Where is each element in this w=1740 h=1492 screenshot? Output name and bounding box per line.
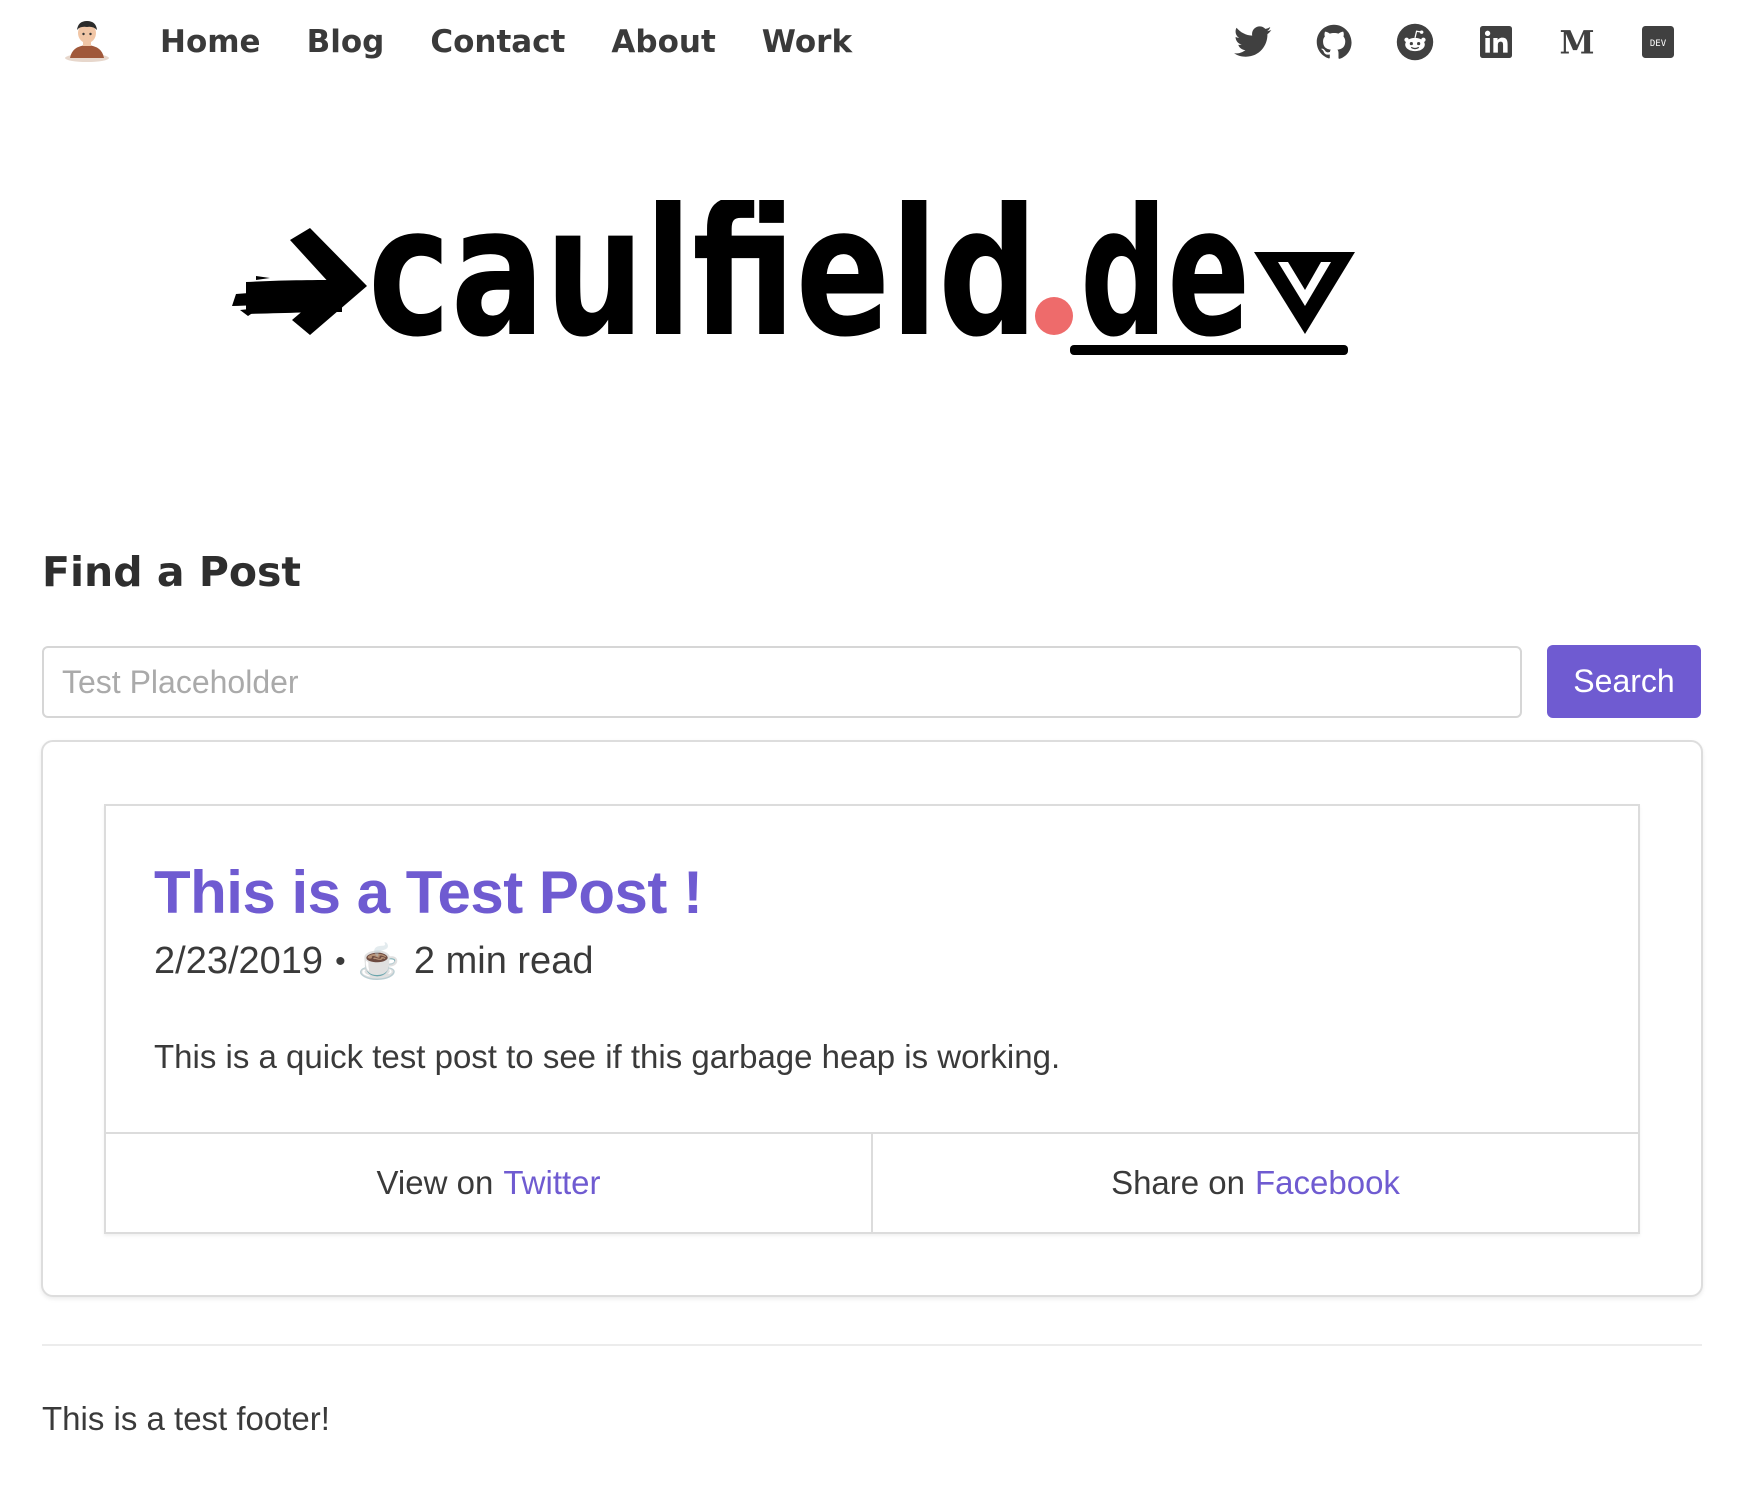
facebook-share-prefix: Share on <box>1111 1164 1245 1201</box>
find-post-heading: Find a Post <box>42 548 302 596</box>
logo-v-mark <box>1254 252 1355 334</box>
post-card: This is a Test Post ! 2/23/2019 • ☕ 2 mi… <box>104 804 1640 1234</box>
top-nav: Home Blog Contact About Work M DEV <box>0 0 1740 84</box>
twitter-share-prefix: View on <box>376 1164 494 1201</box>
post-excerpt: This is a quick test post to see if this… <box>154 1038 1061 1075</box>
nav-contact-link[interactable]: Contact <box>430 22 565 62</box>
nav-blog-link[interactable]: Blog <box>307 22 385 62</box>
medium-icon[interactable]: M <box>1555 20 1599 64</box>
post-title-link[interactable]: This is a Test Post ! <box>154 858 703 927</box>
post-date: 2/23/2019 <box>154 940 324 982</box>
footer-divider <box>42 1344 1702 1346</box>
arrow-icon <box>232 228 367 335</box>
linkedin-icon[interactable] <box>1474 20 1518 64</box>
coffee-icon: ☕ <box>357 942 400 981</box>
search-input[interactable] <box>42 646 1522 718</box>
svg-text:M: M <box>1559 26 1594 58</box>
svg-text:DEV: DEV <box>1650 39 1667 49</box>
social-links: M DEV <box>1194 20 1680 64</box>
view-on-twitter-link[interactable]: Twitter <box>503 1164 600 1202</box>
github-icon[interactable] <box>1312 20 1356 64</box>
logo-main-text: caulfield <box>368 200 1038 377</box>
search-button[interactable]: Search <box>1547 645 1701 718</box>
nav-home-link[interactable]: Home <box>160 22 261 62</box>
post-read-time: 2 min read <box>413 940 594 982</box>
twitter-icon[interactable] <box>1231 20 1275 64</box>
meta-separator: • <box>335 944 346 978</box>
twitter-share-cell: View on Twitter <box>106 1134 871 1232</box>
share-on-facebook-link[interactable]: Facebook <box>1255 1164 1400 1202</box>
dev-icon[interactable]: DEV <box>1636 20 1680 64</box>
post-share-bar: View on Twitter Share on Facebook <box>106 1132 1638 1232</box>
reddit-icon[interactable] <box>1393 20 1437 64</box>
avatar-icon[interactable] <box>62 18 112 62</box>
post-meta: 2/23/2019 • ☕ 2 min read <box>154 940 593 983</box>
footer-text: This is a test footer! <box>42 1400 330 1437</box>
facebook-share-cell: Share on Facebook <box>871 1134 1638 1232</box>
nav-links: Home Blog Contact About Work <box>160 22 898 62</box>
nav-work-link[interactable]: Work <box>762 22 852 62</box>
site-logo[interactable]: caulfield de <box>230 168 1530 410</box>
nav-about-link[interactable]: About <box>611 22 715 62</box>
logo-dot <box>1035 297 1073 335</box>
logo-underline <box>1070 345 1348 355</box>
page: Home Blog Contact About Work M DEV caulf… <box>0 0 1740 1492</box>
